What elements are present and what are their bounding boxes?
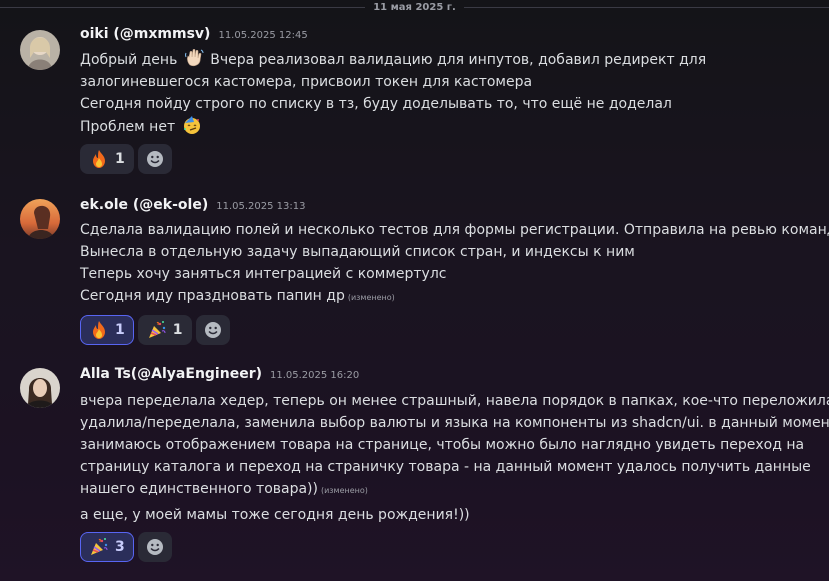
timestamp: 11.05.2025 16:20 xyxy=(270,370,360,381)
smiley-icon xyxy=(204,322,221,338)
timestamp: 11.05.2025 13:13 xyxy=(216,201,306,212)
timestamp: 11.05.2025 12:45 xyxy=(218,30,308,41)
message-line: а еще, у моей мамы тоже сегодня день рож… xyxy=(80,507,470,523)
message-text: Проблем нет xyxy=(80,119,176,135)
edited-label: (изменено) xyxy=(320,486,368,495)
message-text: Добрый день xyxy=(80,52,178,68)
smiley-icon xyxy=(146,151,163,167)
reaction-count: 1 xyxy=(115,322,125,338)
message-line: удалила/переделала, заменила выбор валют… xyxy=(80,415,829,431)
username[interactable]: ek.ole (@ek-ole) xyxy=(80,197,208,213)
add-reaction-button[interactable] xyxy=(137,532,172,562)
message-oiki: oiki (@mxmmsv) 11.05.2025 12:45 Добрый д… xyxy=(0,26,829,176)
add-reaction-button[interactable] xyxy=(195,315,230,345)
message-text: Сегодня иду праздновать папин др xyxy=(80,288,345,304)
message-line: Сегодня иду праздновать папин др (изменен… xyxy=(80,285,817,309)
divider-line-right xyxy=(463,6,829,8)
fire-icon xyxy=(89,149,109,169)
message-line: залогиневшегося кастомера, присвоил токе… xyxy=(80,74,533,90)
message-line: Сделала валидацию полей и несколько тест… xyxy=(80,222,829,238)
edited-label: (изменено) xyxy=(347,293,395,302)
reactions-bar: 3 xyxy=(80,532,817,562)
smiley-icon xyxy=(146,539,163,555)
party-popper-icon xyxy=(147,320,167,340)
message-line: Добрый день Вчера реализовал валидацию д… xyxy=(80,48,817,71)
message-line: нашего единственного товара)) (изменено) xyxy=(80,478,817,502)
reaction-party-popper[interactable]: 1 xyxy=(137,315,192,345)
add-reaction-button[interactable] xyxy=(137,144,172,174)
reactions-bar: 1 xyxy=(80,144,817,174)
partying-face-emoji xyxy=(182,115,202,135)
message-line: Вынесла в отдельную задачу выпадающий сп… xyxy=(80,244,635,260)
reactions-bar: 1 1 xyxy=(80,315,817,345)
message-line: Теперь хочу заняться интеграцией с комме… xyxy=(80,266,447,282)
message-line: занимаюсь отображением товара на страниц… xyxy=(80,437,805,453)
avatar[interactable] xyxy=(20,368,60,408)
username[interactable]: Alla Ts(@AlyaEngineer) xyxy=(80,366,262,382)
date-divider-label: 11 мая 2025 г. xyxy=(373,1,456,13)
avatar[interactable] xyxy=(20,30,60,70)
reaction-party-popper[interactable]: 3 xyxy=(80,532,134,562)
message-line: вчера переделала хедер, теперь он менее … xyxy=(80,393,829,409)
message-text: нашего единственного товара)) xyxy=(80,481,318,497)
waving-hand-emoji xyxy=(184,48,204,68)
fire-icon xyxy=(89,320,109,340)
reaction-count: 1 xyxy=(172,322,183,338)
divider-line-left xyxy=(0,6,366,8)
reaction-fire[interactable]: 1 xyxy=(80,315,134,345)
message-alla: Alla Ts(@AlyaEngineer) 11.05.2025 16:20 … xyxy=(0,366,829,566)
username[interactable]: oiki (@mxmmsv) xyxy=(80,26,210,42)
message-text: Вчера реализовал валидацию для инпутов, … xyxy=(210,52,707,68)
date-divider: 11 мая 2025 г. xyxy=(0,0,829,14)
reaction-count: 1 xyxy=(115,151,125,167)
message-line: Проблем нет xyxy=(80,115,817,138)
message-line: страницу каталога и переход на страничку… xyxy=(80,459,811,475)
message-ek-ole: ek.ole (@ek-ole) 11.05.2025 13:13 Сделал… xyxy=(0,197,829,347)
avatar[interactable] xyxy=(20,199,60,239)
reaction-count: 3 xyxy=(115,539,125,555)
reaction-fire[interactable]: 1 xyxy=(80,144,134,174)
message-line: Сегодня пойду строго по списку в тз, буд… xyxy=(80,96,672,112)
party-popper-icon xyxy=(89,537,109,557)
